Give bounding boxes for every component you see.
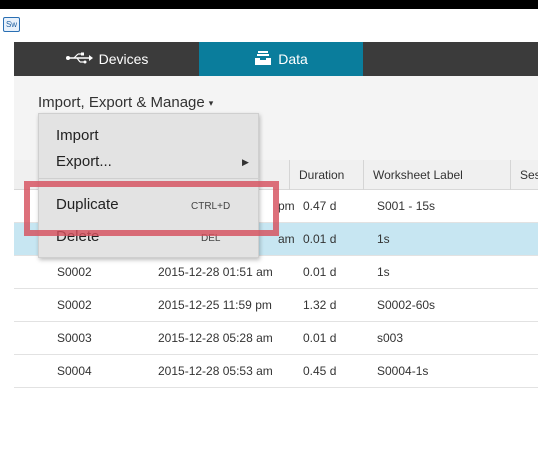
- window-top-border: [0, 0, 538, 9]
- cell-date: am: [278, 232, 295, 246]
- usb-icon: [65, 51, 99, 67]
- chevron-right-icon: ▶: [242, 157, 249, 167]
- cell-sensor: S0002: [57, 298, 92, 312]
- table-row[interactable]: S0002 2015-12-25 11:59 pm 1.32 d S0002-6…: [14, 289, 538, 322]
- menu-item-duplicate[interactable]: Duplicate CTRL+D: [39, 193, 260, 219]
- tab-devices-label: Devices: [98, 51, 149, 67]
- menu-item-shortcut: CTRL+D: [191, 201, 231, 212]
- cell-date: 2015-12-28 05:53 am: [158, 364, 273, 378]
- menu-item-label: Duplicate: [56, 196, 119, 213]
- cell-sensor: S0002: [57, 265, 92, 279]
- table-row[interactable]: S0003 2015-12-28 05:28 am 0.01 d s003: [14, 322, 538, 355]
- menu-item-label: Import: [56, 127, 99, 144]
- cell-sensor: S0003: [57, 331, 92, 345]
- tray-icon: [254, 50, 278, 69]
- title-bar: [0, 9, 538, 42]
- cell-worksheet-label: 1s: [377, 232, 390, 246]
- import-export-manage-dropdown[interactable]: Import, Export & Manage ▾: [38, 94, 213, 111]
- cell-duration: 0.01 d: [303, 331, 337, 345]
- tab-devices[interactable]: Devices: [14, 42, 199, 76]
- cell-duration: 1.32 d: [303, 298, 337, 312]
- table-row[interactable]: S0002 2015-12-28 01:51 am 0.01 d 1s: [14, 256, 538, 289]
- menu-item-shortcut: DEL: [201, 233, 221, 244]
- menu-item-export[interactable]: Export... ▶: [39, 150, 260, 176]
- menu-item-import[interactable]: Import: [39, 124, 260, 150]
- tab-data[interactable]: Data: [199, 42, 363, 76]
- manage-dropdown-menu: Import Export... ▶ Duplicate CTRL+D Dele…: [38, 113, 260, 258]
- cell-worksheet-label: 1s: [377, 265, 390, 279]
- cell-worksheet-label: s003: [377, 331, 404, 345]
- menu-item-delete[interactable]: Delete DEL: [39, 225, 260, 251]
- main-nav-bar: Devices Data: [14, 42, 538, 76]
- menu-divider: [39, 178, 260, 179]
- table-row[interactable]: S0004 2015-12-28 05:53 am 0.45 d S0004-1…: [14, 355, 538, 388]
- cell-duration: 0.47 d: [303, 199, 337, 213]
- menu-item-label: Delete: [56, 228, 100, 245]
- tab-data-label: Data: [278, 51, 308, 67]
- cell-duration: 0.01 d: [303, 232, 337, 246]
- cell-date: 2015-12-28 01:51 am: [158, 265, 273, 279]
- cell-date: 2015-12-25 11:59 pm: [158, 298, 272, 312]
- cell-date: pm: [278, 199, 295, 213]
- cell-date: 2015-12-28 05:28 am: [158, 331, 273, 345]
- cell-worksheet-label: S001 - 15s: [377, 199, 436, 213]
- cell-duration: 0.45 d: [303, 364, 337, 378]
- cell-sensor: S0004: [57, 364, 92, 378]
- column-header-duration[interactable]: Duration: [289, 160, 363, 190]
- app-logo-icon: Sw: [3, 17, 20, 32]
- cell-worksheet-label: S0004-1s: [377, 364, 429, 378]
- column-header-session[interactable]: Ses: [510, 160, 538, 190]
- menu-item-label: Export...: [56, 153, 112, 170]
- column-header-worksheet-label[interactable]: Worksheet Label: [363, 160, 510, 190]
- cell-duration: 0.01 d: [303, 265, 337, 279]
- manage-dropdown-label: Import, Export & Manage: [38, 94, 205, 111]
- chevron-down-icon: ▾: [208, 97, 214, 108]
- cell-worksheet-label: S0002-60s: [377, 298, 436, 312]
